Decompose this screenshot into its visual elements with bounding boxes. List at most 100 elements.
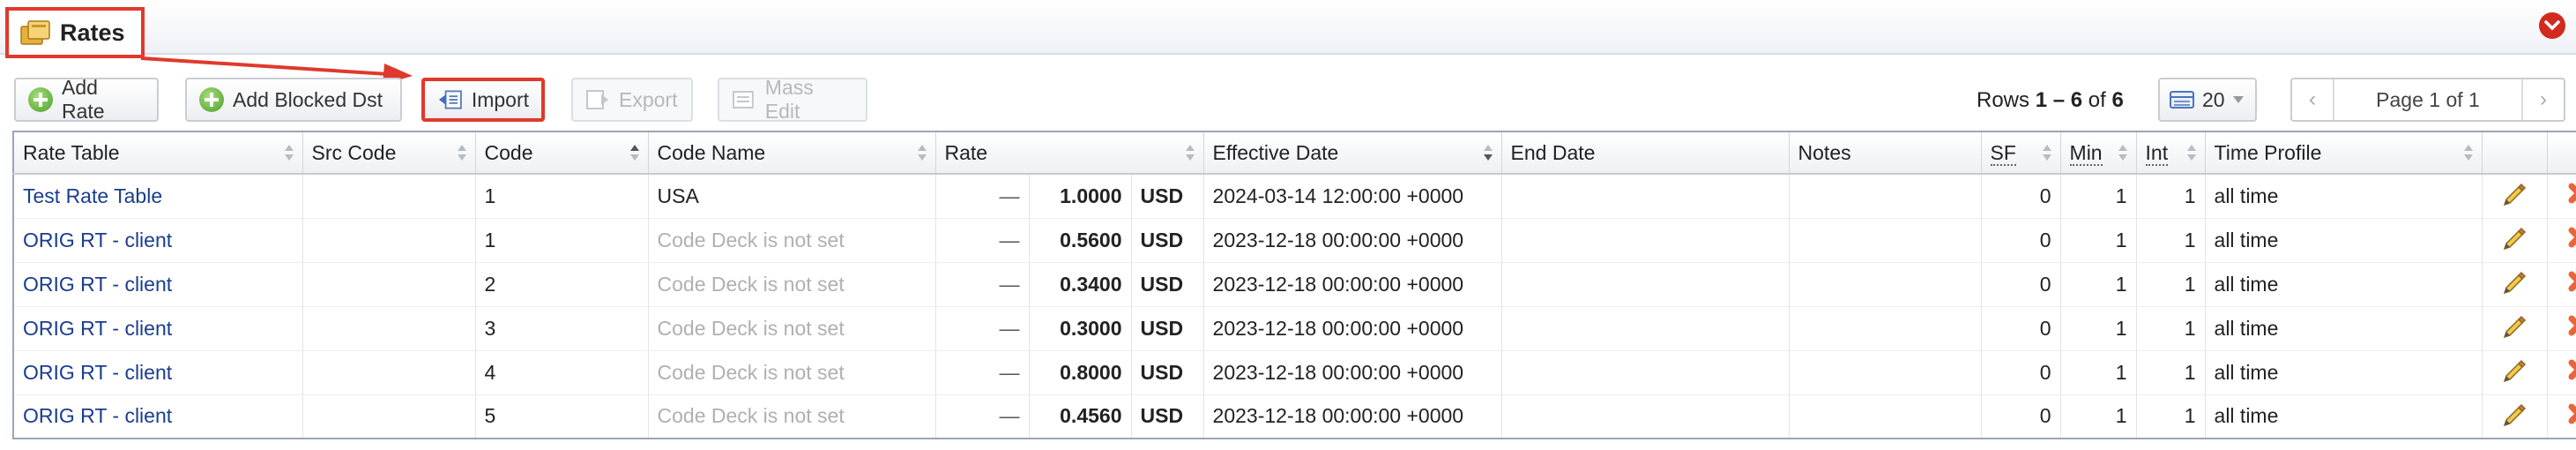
add-blocked-dst-button[interactable]: Add Blocked Dst — [185, 78, 402, 122]
export-button[interactable]: Export — [571, 78, 693, 122]
mass-edit-icon — [732, 91, 754, 109]
code-name-cell: Code Deck is not set — [647, 218, 936, 263]
edit-button[interactable] — [2481, 306, 2548, 351]
rate-dash: — — [934, 218, 1030, 263]
table-row[interactable]: ORIG RT - client 1 Code Deck is not set … — [12, 218, 2576, 263]
delete-button[interactable] — [2546, 218, 2576, 263]
prev-page-button[interactable]: ‹ — [2292, 87, 2333, 112]
plus-circle-icon — [28, 87, 53, 112]
effective-date-cell: 2023-12-18 00:00:00 +0000 — [1202, 218, 1502, 263]
rate-table-link[interactable]: Test Rate Table — [12, 174, 303, 219]
delete-button[interactable] — [2546, 262, 2576, 307]
delete-button[interactable] — [2546, 394, 2576, 439]
delete-button[interactable] — [2546, 306, 2576, 351]
edit-button[interactable] — [2481, 394, 2548, 439]
column-header-src-code[interactable]: Src Code — [302, 131, 476, 175]
rate-dash: — — [934, 394, 1030, 439]
table-header-row: Rate Table Src Code Code Code Name Rate … — [12, 131, 2576, 175]
delete-button[interactable] — [2546, 174, 2576, 219]
src-code-cell — [302, 306, 476, 351]
column-header-code-name[interactable]: Code Name — [647, 131, 936, 175]
rate-value-cell: 0.3000 — [1028, 306, 1132, 351]
rate-table-link[interactable]: ORIG RT - client — [12, 218, 303, 263]
column-header-int[interactable]: Int — [2135, 131, 2206, 175]
table-row[interactable]: ORIG RT - client 5 Code Deck is not set … — [12, 394, 2576, 439]
min-cell: 1 — [2059, 306, 2137, 351]
pencil-icon — [2503, 184, 2527, 206]
src-code-cell — [302, 350, 476, 395]
add-rate-button[interactable]: Add Rate — [14, 76, 159, 123]
mass-edit-button[interactable]: Mass Edit — [718, 76, 867, 123]
import-button[interactable]: Import — [421, 78, 545, 122]
column-header-end-date[interactable]: End Date — [1500, 131, 1790, 175]
column-header-rate[interactable]: Rate — [934, 131, 1204, 175]
notes-cell — [1788, 218, 1982, 263]
delete-x-icon — [2568, 183, 2576, 204]
column-header-code[interactable]: Code — [474, 131, 649, 175]
sf-cell: 0 — [1980, 262, 2061, 307]
column-header-sf[interactable]: SF — [1980, 131, 2061, 175]
int-cell: 1 — [2135, 306, 2206, 351]
code-cell: 1 — [474, 174, 649, 219]
src-code-cell — [302, 218, 476, 263]
notes-cell — [1788, 174, 1982, 219]
code-name-cell: Code Deck is not set — [647, 394, 936, 439]
min-cell: 1 — [2059, 394, 2137, 439]
time-profile-cell: all time — [2204, 262, 2483, 307]
int-cell: 1 — [2135, 350, 2206, 395]
code-cell: 1 — [474, 218, 649, 263]
notes-cell — [1788, 306, 1982, 351]
next-page-button[interactable]: › — [2523, 87, 2564, 112]
currency-cell: USD — [1130, 306, 1204, 351]
table-row[interactable]: ORIG RT - client 3 Code Deck is not set … — [12, 306, 2576, 351]
column-header-delete — [2546, 131, 2576, 175]
panel-header: Rates — [0, 0, 2576, 58]
rate-table-link[interactable]: ORIG RT - client — [12, 394, 303, 439]
delete-button[interactable] — [2546, 350, 2576, 395]
notes-cell — [1788, 350, 1982, 395]
int-cell: 1 — [2135, 218, 2206, 263]
rate-table-link[interactable]: ORIG RT - client — [12, 350, 303, 395]
edit-button[interactable] — [2481, 262, 2548, 307]
rate-value-cell: 0.3400 — [1028, 262, 1132, 307]
time-profile-cell: all time — [2204, 174, 2483, 219]
code-name-cell: Code Deck is not set — [647, 306, 936, 351]
column-header-rate-table[interactable]: Rate Table — [12, 131, 303, 175]
export-label: Export — [619, 87, 678, 111]
rates-folder-icon — [19, 19, 51, 46]
edit-button[interactable] — [2481, 174, 2548, 219]
rows-per-page-value: 20 — [2202, 87, 2225, 111]
end-date-cell — [1500, 218, 1790, 263]
page-indicator[interactable]: Page 1 of 1 — [2333, 79, 2523, 120]
sf-cell: 0 — [1980, 218, 2061, 263]
pencil-icon — [2503, 227, 2527, 251]
rate-table-link[interactable]: ORIG RT - client — [12, 262, 303, 307]
end-date-cell — [1500, 262, 1790, 307]
page-title: Rates — [60, 19, 125, 46]
int-cell: 1 — [2135, 174, 2206, 219]
plus-circle-icon — [199, 87, 224, 112]
rows-counter: Rows 1 – 6 of 6 — [1977, 88, 2124, 112]
rate-value-cell: 0.5600 — [1028, 218, 1132, 263]
effective-date-cell: 2024-03-14 12:00:00 +0000 — [1202, 174, 1502, 219]
rate-table-link[interactable]: ORIG RT - client — [12, 306, 303, 351]
table-row[interactable]: ORIG RT - client 2 Code Deck is not set … — [12, 262, 2576, 307]
collapse-button[interactable] — [2539, 12, 2565, 39]
column-header-time-profile[interactable]: Time Profile — [2204, 131, 2483, 175]
min-cell: 1 — [2059, 174, 2137, 219]
rows-per-page-select[interactable]: 20 — [2158, 78, 2257, 122]
column-header-notes[interactable]: Notes — [1788, 131, 1982, 175]
effective-date-cell: 2023-12-18 00:00:00 +0000 — [1202, 262, 1502, 307]
column-header-min[interactable]: Min — [2059, 131, 2137, 175]
notes-cell — [1788, 262, 1982, 307]
delete-x-icon — [2568, 227, 2576, 248]
table-row[interactable]: ORIG RT - client 4 Code Deck is not set … — [12, 350, 2576, 395]
code-name-cell: Code Deck is not set — [647, 262, 936, 307]
code-name-cell: Code Deck is not set — [647, 350, 936, 395]
sf-cell: 0 — [1980, 306, 2061, 351]
column-header-effective-date[interactable]: Effective Date — [1202, 131, 1502, 175]
table-row[interactable]: Test Rate Table 1 USA — 1.0000 USD 2024-… — [12, 174, 2576, 219]
edit-button[interactable] — [2481, 218, 2548, 263]
pagination-control: ‹ Page 1 of 1 › — [2290, 78, 2565, 122]
edit-button[interactable] — [2481, 350, 2548, 395]
